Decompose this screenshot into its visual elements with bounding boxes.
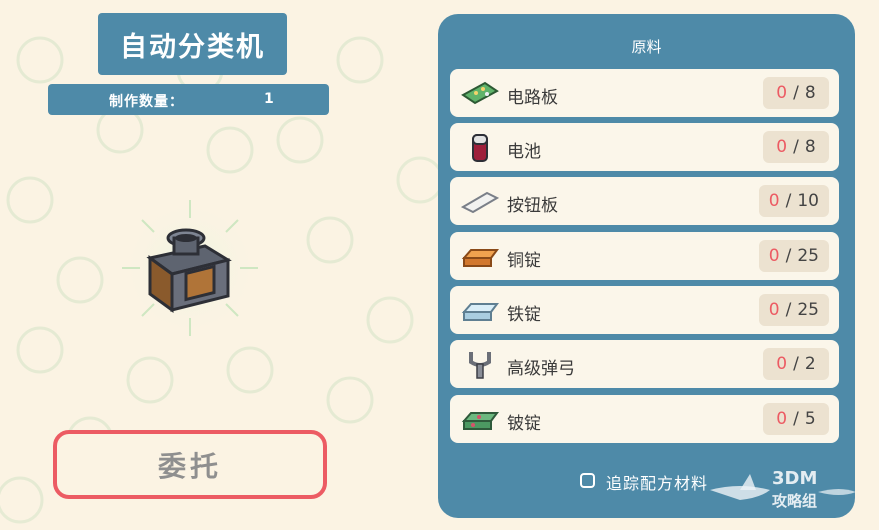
copper-ingot-icon <box>461 249 499 267</box>
material-name: 铍锭 <box>507 414 541 434</box>
material-sep: / <box>793 409 799 429</box>
advanced-slingshot-icon <box>469 352 491 379</box>
material-row-copper-ingot[interactable]: 铜锭 0/25 <box>450 232 839 280</box>
beryllium-ingot-icon <box>461 412 499 430</box>
material-row-iron-ingot[interactable]: 铁锭 0/25 <box>450 286 839 334</box>
entrust-button[interactable]: 委托 <box>53 430 327 499</box>
material-count: 0/10 <box>758 185 829 217</box>
material-need: 25 <box>797 300 819 320</box>
material-have: 0 <box>768 300 780 320</box>
material-row-button-panel[interactable]: 按钮板 0/10 <box>450 177 839 225</box>
material-count: 0/5 <box>763 403 829 435</box>
material-sep: / <box>793 83 799 103</box>
button-panel-icon <box>461 191 499 214</box>
material-need: 25 <box>797 246 819 266</box>
quantity-value: 1 <box>264 91 274 107</box>
quantity-label: 制作数量： <box>109 94 184 110</box>
materials-panel: 原料 电路板 0/8 电池 0/8 按钮板 0/10 铜锭 0 / 25 铁锭 … <box>438 14 855 518</box>
material-name: 电路板 <box>507 88 558 108</box>
material-count: 0/25 <box>758 240 829 272</box>
material-need: 5 <box>804 409 816 429</box>
material-name: 铁锭 <box>507 305 541 325</box>
automatic-sorter-icon <box>122 200 258 336</box>
material-count: 0/2 <box>763 348 829 380</box>
material-sep: / <box>793 354 799 374</box>
material-need: 8 <box>804 83 816 103</box>
material-sep: / <box>785 300 792 320</box>
material-have: 0 <box>776 354 788 374</box>
material-row-circuit-board[interactable]: 电路板 0/8 <box>450 69 839 117</box>
battery-icon <box>472 134 488 162</box>
material-sep: / <box>785 191 792 211</box>
material-name: 按钮板 <box>507 196 558 216</box>
material-row-battery[interactable]: 电池 0/8 <box>450 123 839 171</box>
materials-title: 原料 <box>631 38 662 56</box>
material-count: 0/25 <box>758 294 829 326</box>
material-have: 0 <box>776 83 788 103</box>
track-recipe-label[interactable]: 追踪配方材料 <box>606 470 708 494</box>
material-need: 8 <box>804 137 816 157</box>
track-recipe-checkbox[interactable] <box>580 473 595 488</box>
material-sep: / <box>785 246 792 266</box>
material-count: 0/8 <box>763 77 829 109</box>
material-have: 0 <box>768 246 780 266</box>
watermark-text: 3DM <box>772 468 818 489</box>
material-row-beryllium-ingot[interactable]: 铍锭 0/5 <box>450 395 839 443</box>
quantity-bar: 制作数量： 1 <box>48 84 329 115</box>
material-sep: / <box>793 137 799 157</box>
recipe-title: 自动分类机 <box>98 13 287 75</box>
iron-ingot-icon <box>461 303 499 321</box>
material-have: 0 <box>776 409 788 429</box>
material-name: 高级弹弓 <box>507 359 575 379</box>
material-name: 铜锭 <box>507 251 541 271</box>
material-need: 2 <box>804 354 816 374</box>
material-have: 0 <box>776 137 788 157</box>
material-row-advanced-slingshot[interactable]: 高级弹弓 0/2 <box>450 340 839 388</box>
material-need: 10 <box>797 191 819 211</box>
watermark-subtext: 攻略组 <box>772 492 818 510</box>
circuit-board-icon <box>461 81 499 105</box>
material-name: 电池 <box>507 142 541 162</box>
material-have: 0 <box>768 191 780 211</box>
material-count: 0/8 <box>763 131 829 163</box>
